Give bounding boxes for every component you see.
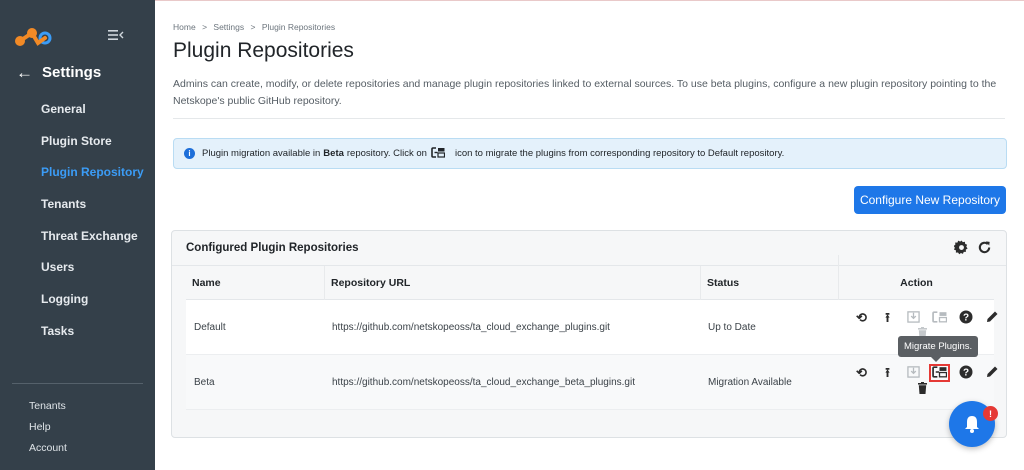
- sidebar-item-logging[interactable]: Logging: [0, 284, 155, 316]
- repositories-table: Name Repository URL Status Action Defaul…: [186, 255, 997, 410]
- bell-icon: [965, 416, 979, 433]
- sidebar-item-plugin-repository[interactable]: Plugin Repository: [0, 157, 155, 189]
- bottom-link-help[interactable]: Help: [29, 417, 67, 438]
- repo-name: Beta: [194, 376, 215, 388]
- alert-text-after: icon to migrate the plugins from corresp…: [454, 148, 785, 159]
- notification-badge: !: [983, 406, 998, 421]
- upload-icon[interactable]: ⭱: [880, 366, 895, 380]
- table-header: Name Repository URL Status Action: [186, 255, 994, 310]
- info-icon: i: [184, 148, 195, 159]
- page-description: Admins can create, modify, or delete rep…: [173, 78, 997, 107]
- sidebar-item-threat-exchange[interactable]: Threat Exchange: [0, 221, 155, 253]
- table-row: Default https://github.com/netskopeoss/t…: [186, 300, 997, 355]
- configure-new-repository-button[interactable]: Configure New Repository: [854, 186, 1006, 214]
- help-icon[interactable]: ?: [958, 310, 973, 327]
- svg-text:?: ?: [962, 312, 968, 323]
- breadcrumb-separator: >: [250, 22, 256, 32]
- table-row: Beta https://github.com/netskopeoss/ta_c…: [186, 355, 997, 410]
- alert-bold-repo: Beta: [323, 148, 344, 159]
- sidebar-item-tasks[interactable]: Tasks: [0, 316, 155, 348]
- bottom-link-account[interactable]: Account: [29, 438, 67, 459]
- download-icon: [906, 365, 921, 381]
- main-content: Home > Settings > Plugin Repositories Pl…: [155, 0, 1024, 470]
- sidebar-item-users[interactable]: Users: [0, 252, 155, 284]
- back-to-settings[interactable]: ← Settings: [16, 64, 101, 81]
- sidebar-item-tenants[interactable]: Tenants: [0, 189, 155, 221]
- sync-icon[interactable]: ⟲: [854, 366, 869, 380]
- breadcrumb-settings[interactable]: Settings: [213, 22, 244, 32]
- breadcrumb-home[interactable]: Home: [173, 22, 196, 32]
- edit-pencil-icon[interactable]: [984, 365, 999, 382]
- alert-text-middle: repository. Click on: [346, 148, 427, 159]
- help-icon[interactable]: ?: [958, 365, 973, 382]
- netskope-logo[interactable]: [14, 26, 54, 48]
- sidebar-bottom-links: Tenants Help Account: [29, 396, 67, 459]
- migrate-icon: [431, 146, 446, 161]
- migrate-plugins-tooltip: Migrate Plugins.: [898, 336, 979, 362]
- breadcrumb: Home > Settings > Plugin Repositories: [173, 22, 339, 32]
- arrow-left-icon[interactable]: ←: [16, 64, 33, 81]
- repo-status: Up to Date: [708, 321, 756, 333]
- download-icon: [906, 310, 921, 326]
- trash-icon[interactable]: [917, 381, 931, 396]
- edit-pencil-icon[interactable]: [984, 310, 999, 327]
- repo-name: Default: [194, 321, 226, 333]
- settings-title: Settings: [42, 64, 102, 81]
- sidebar: ← Settings General Plugin Store Plugin R…: [0, 0, 155, 470]
- upload-icon[interactable]: ⭱: [880, 311, 895, 325]
- sync-icon[interactable]: ⟲: [854, 311, 869, 325]
- column-status: Status: [700, 265, 838, 300]
- alert-text-before: Plugin migration available in: [202, 148, 321, 159]
- sidebar-item-plugin-store[interactable]: Plugin Store: [0, 126, 155, 158]
- migrate-plugins-icon: [932, 310, 948, 326]
- column-repository-url: Repository URL: [324, 265, 700, 300]
- settings-nav: General Plugin Store Plugin Repository T…: [0, 94, 155, 348]
- sidebar-divider: [12, 383, 143, 384]
- repo-status: Migration Available: [708, 376, 792, 388]
- notification-button[interactable]: !: [949, 401, 998, 447]
- menu-collapse-icon[interactable]: [108, 28, 124, 42]
- migration-alert: i Plugin migration available in Beta rep…: [173, 138, 1007, 169]
- repositories-card: Configured Plugin Repositories Name Repo…: [171, 230, 1007, 438]
- bottom-link-tenants[interactable]: Tenants: [29, 396, 67, 417]
- repo-url: https://github.com/netskopeoss/ta_cloud_…: [332, 321, 610, 333]
- page-title: Plugin Repositories: [173, 39, 354, 62]
- card-title: Configured Plugin Repositories: [186, 242, 359, 254]
- column-name: Name: [192, 276, 221, 289]
- breadcrumb-current: Plugin Repositories: [261, 22, 336, 32]
- breadcrumb-separator: >: [202, 22, 208, 32]
- repo-url: https://github.com/netskopeoss/ta_cloud_…: [332, 376, 635, 388]
- svg-text:?: ?: [962, 367, 968, 378]
- sidebar-item-general[interactable]: General: [0, 94, 155, 126]
- divider: [173, 118, 1005, 119]
